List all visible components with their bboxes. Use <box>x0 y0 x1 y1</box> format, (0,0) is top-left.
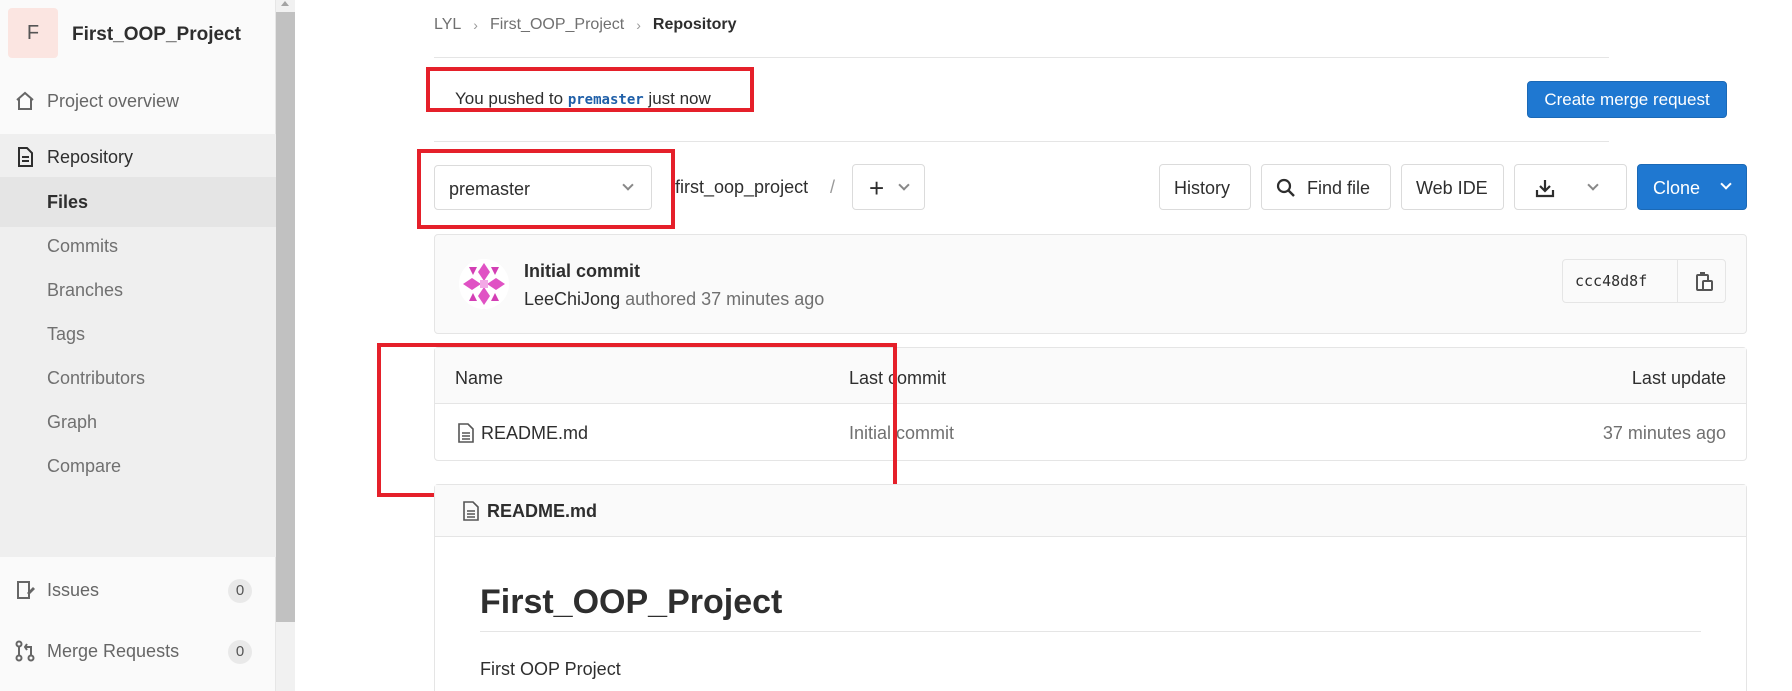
sidebar-sub-label: Tags <box>47 324 86 344</box>
sidebar-sub-label: Files <box>47 192 89 212</box>
sidebar-item-label: Repository <box>47 147 134 167</box>
sidebar-item-repository[interactable]: Repository <box>0 134 276 180</box>
issues-count-badge: 0 <box>228 579 252 603</box>
sidebar-sub-tags[interactable]: Tags <box>0 309 276 359</box>
chevron-down-icon <box>898 179 910 191</box>
find-file-button[interactable]: Find file <box>1261 164 1391 210</box>
highlight-box-branch-dropdown <box>417 149 675 229</box>
clone-button[interactable]: Clone <box>1637 164 1747 210</box>
sidebar-sub-label: Graph <box>47 412 98 432</box>
home-icon <box>16 91 34 110</box>
document-icon <box>18 147 33 167</box>
sidebar-sub-contributors[interactable]: Contributors <box>0 353 276 403</box>
file-last-update: 37 minutes ago <box>1602 423 1726 443</box>
scrollbar-thumb[interactable] <box>276 12 295 622</box>
history-label: History <box>1174 178 1231 198</box>
highlight-box-file-tree <box>377 343 897 497</box>
last-commit-panel: Initial commit LeeChiJong authored 37 mi… <box>434 234 1747 334</box>
sidebar-sub-compare[interactable]: Compare <box>0 441 276 491</box>
divider <box>1677 260 1678 302</box>
sidebar-item-label: Issues <box>47 580 100 600</box>
readme-body-text: First OOP Project <box>480 659 621 679</box>
sidebar-item-merge-requests[interactable]: Merge Requests 0 <box>0 628 276 674</box>
repo-path-root[interactable]: first_oop_project <box>675 177 808 198</box>
readme-heading: First_OOP_Project <box>480 583 783 621</box>
breadcrumb: LYL › First_OOP_Project › Repository <box>434 16 736 34</box>
project-name: First_OOP_Project <box>72 24 241 45</box>
chevron-down-icon <box>1587 179 1599 191</box>
file-icon <box>463 501 479 521</box>
add-dropdown-button[interactable]: + <box>852 164 925 210</box>
readme-header: README.md <box>435 485 1746 537</box>
commit-meta: LeeChiJong authored 37 minutes ago <box>524 289 824 310</box>
find-file-label: Find file <box>1307 178 1371 198</box>
merge-request-icon <box>15 640 35 662</box>
sidebar-sub-branches[interactable]: Branches <box>0 265 276 315</box>
sidebar-item-label: Merge Requests <box>47 641 180 661</box>
sidebar-sub-files[interactable]: Files <box>0 177 276 227</box>
chevron-right-icon: › <box>636 17 641 33</box>
commit-title-link[interactable]: Initial commit <box>524 261 640 282</box>
scroll-up-arrow-icon[interactable] <box>281 1 289 6</box>
commit-author-link[interactable]: LeeChiJong <box>524 289 620 309</box>
copy-clipboard-icon[interactable] <box>1693 270 1715 292</box>
readme-file-link[interactable]: README.md <box>487 501 597 522</box>
merge-requests-count-badge: 0 <box>228 640 252 664</box>
divider <box>434 57 1609 58</box>
search-icon <box>1276 178 1295 197</box>
plus-icon: + <box>869 173 885 203</box>
sidebar: F First_OOP_Project Project overview Rep… <box>0 0 276 691</box>
project-header[interactable]: F First_OOP_Project <box>0 0 276 68</box>
sidebar-sub-label: Compare <box>47 456 122 476</box>
project-avatar: F <box>8 8 58 58</box>
identicon-avatar-icon <box>459 259 509 309</box>
highlight-box-push-banner <box>426 67 754 112</box>
sidebar-sub-graph[interactable]: Graph <box>0 397 276 447</box>
chevron-right-icon: › <box>473 17 478 33</box>
sidebar-item-label: Project overview <box>47 91 180 111</box>
sidebar-item-issues[interactable]: Issues 0 <box>0 567 276 613</box>
breadcrumb-link-project[interactable]: First_OOP_Project <box>490 16 624 34</box>
main-content: LYL › First_OOP_Project › Repository You… <box>295 0 1792 691</box>
path-separator: / <box>830 177 836 197</box>
column-header-last-update: Last update <box>1631 368 1726 388</box>
issues-icon <box>17 581 35 599</box>
commit-sha[interactable]: ccc48d8f <box>1575 272 1647 290</box>
breadcrumb-current[interactable]: Repository <box>653 16 737 34</box>
sidebar-sub-label: Contributors <box>47 368 146 388</box>
download-icon <box>1535 180 1555 198</box>
sidebar-item-project-overview[interactable]: Project overview <box>0 78 276 124</box>
commit-authored-time: authored 37 minutes ago <box>625 289 825 309</box>
sidebar-sub-label: Commits <box>47 236 118 256</box>
avatar[interactable] <box>459 259 509 309</box>
history-button[interactable]: History <box>1159 164 1251 210</box>
divider <box>434 141 1609 142</box>
sidebar-sub-commits[interactable]: Commits <box>0 221 276 271</box>
breadcrumb-link-user[interactable]: LYL <box>434 16 461 34</box>
web-ide-button[interactable]: Web IDE <box>1401 164 1504 210</box>
clone-label: Clone <box>1653 178 1701 198</box>
divider <box>480 631 1701 632</box>
readme-panel: README.md First_OOP_Project First OOP Pr… <box>434 484 1747 691</box>
create-merge-request-button[interactable]: Create merge request <box>1527 81 1727 118</box>
download-dropdown-button[interactable] <box>1514 164 1627 210</box>
sidebar-sub-label: Branches <box>47 280 124 300</box>
web-ide-label: Web IDE <box>1416 178 1488 198</box>
commit-sha-group: ccc48d8f <box>1562 259 1726 303</box>
sidebar-scrollbar[interactable] <box>276 0 295 691</box>
chevron-down-icon <box>1720 178 1732 190</box>
